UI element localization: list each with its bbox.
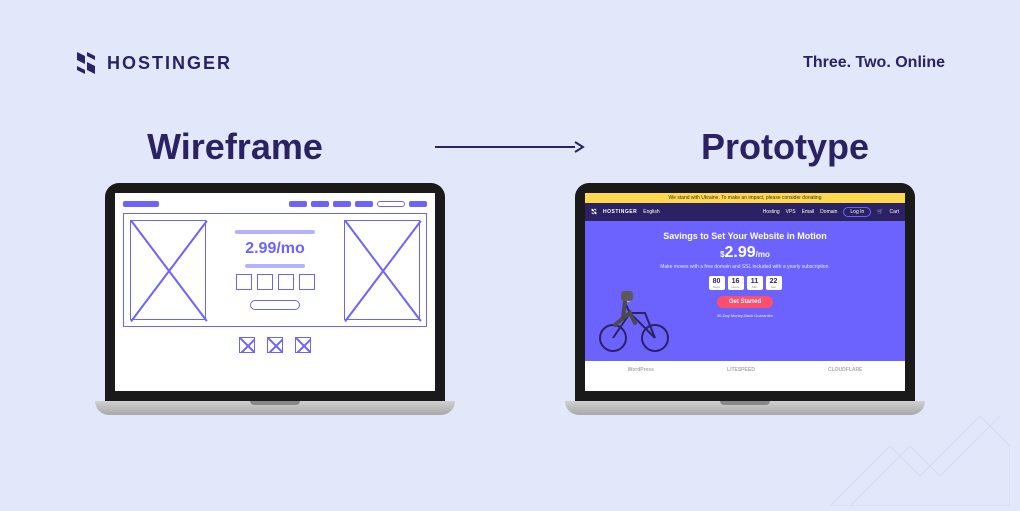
proto-subtitle: Make moves with a free domain and SSL in… — [595, 264, 895, 271]
proto-counter: 80Days — [709, 276, 725, 290]
proto-login-button: Log In — [843, 207, 871, 217]
proto-cart: Cart — [890, 209, 899, 215]
proto-nav-item: Hosting — [763, 209, 780, 215]
wf-partner-box — [295, 337, 311, 353]
prototype-display: We stand with Ukraine. To make an impact… — [585, 193, 905, 391]
wf-counter-row — [236, 274, 315, 290]
proto-guarantee: 30-Day Money-Back Guarantee — [595, 313, 895, 318]
laptops-row: 2.99/mo — [0, 183, 1020, 415]
brand-logo: HOSTINGER — [75, 50, 232, 76]
proto-counter: 22Sec — [766, 276, 782, 290]
wf-text-line — [235, 230, 315, 234]
wireframe-display: 2.99/mo — [115, 193, 435, 391]
proto-banner: We stand with Ukraine. To make an impact… — [585, 193, 905, 203]
laptop-screen: We stand with Ukraine. To make an impact… — [575, 183, 915, 401]
wf-image-placeholder — [344, 220, 420, 320]
laptop-screen: 2.99/mo — [105, 183, 445, 401]
wf-partner-box — [267, 337, 283, 353]
wf-nav-item — [355, 201, 373, 207]
proto-nav-item: Domain — [820, 209, 837, 215]
wf-partner-box — [239, 337, 255, 353]
header: HOSTINGER Three. Two. Online — [0, 0, 1020, 76]
proto-lang: English — [643, 209, 659, 215]
proto-nav-item: Email — [802, 209, 815, 215]
proto-cta-button: Get Started — [717, 296, 773, 308]
wf-nav-item — [311, 201, 329, 207]
hostinger-logo-icon — [75, 50, 97, 76]
wf-text-line — [245, 264, 305, 268]
proto-counter: 11Min — [747, 276, 763, 290]
wf-box — [299, 274, 315, 290]
cart-icon: 🛒 — [877, 209, 883, 215]
titles-row: Wireframe Prototype — [0, 126, 1020, 168]
partner-logo: LITESPEED — [727, 367, 755, 373]
wf-cta-placeholder — [250, 300, 300, 310]
laptop-prototype: We stand with Ukraine. To make an impact… — [565, 183, 925, 415]
arrow-right-icon — [435, 139, 585, 155]
wf-nav-item — [409, 201, 427, 207]
wf-box — [257, 274, 273, 290]
wireframe-partners — [123, 337, 427, 353]
proto-nav-item: VPS — [786, 209, 796, 215]
tagline: Three. Two. Online — [803, 54, 945, 72]
title-wireframe: Wireframe — [85, 126, 385, 168]
proto-hero-title: Savings to Set Your Website in Motion — [595, 231, 895, 242]
wf-logo-placeholder — [123, 201, 159, 207]
wf-nav-item — [289, 201, 307, 207]
proto-counter: 16Hours — [728, 276, 744, 290]
proto-hero: Savings to Set Your Website in Motion $2… — [585, 221, 905, 361]
brand-name: HOSTINGER — [107, 53, 232, 74]
background-decoration — [830, 406, 1010, 511]
partner-logo: CLOUDFLARE — [828, 367, 862, 373]
wireframe-nav — [123, 201, 427, 207]
wf-price: 2.99/mo — [245, 240, 305, 258]
wf-button-placeholder — [377, 201, 405, 207]
hostinger-mini-logo-icon — [591, 208, 597, 217]
title-prototype: Prototype — [635, 126, 935, 168]
proto-brand: HOSTINGER — [603, 209, 637, 215]
partner-logo: WordPress — [628, 367, 654, 373]
wireframe-hero: 2.99/mo — [123, 213, 427, 327]
wf-box — [236, 274, 252, 290]
proto-price-big: 2.99 — [725, 244, 756, 261]
proto-partners: WordPress LITESPEED CLOUDFLARE — [585, 361, 905, 379]
proto-price-unit: /mo — [756, 250, 770, 259]
proto-price: $2.99/mo — [595, 244, 895, 262]
laptop-wireframe: 2.99/mo — [95, 183, 455, 415]
wf-nav-item — [333, 201, 351, 207]
laptop-base — [95, 401, 455, 415]
wf-image-placeholder — [130, 220, 206, 320]
proto-nav: HOSTINGER English Hosting VPS Email Doma… — [585, 203, 905, 221]
wf-box — [278, 274, 294, 290]
